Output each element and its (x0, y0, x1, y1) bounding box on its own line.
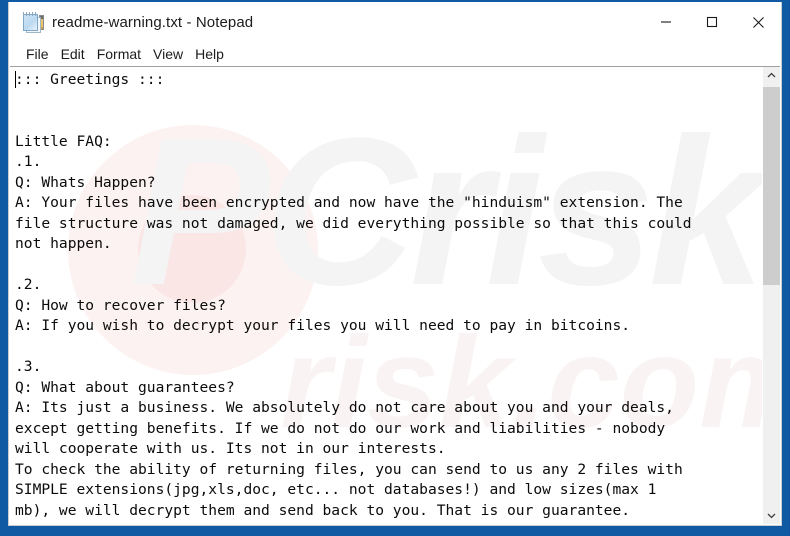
desktop-background: readme-warning.txt - Notepad File Edit F… (0, 0, 790, 536)
menu-item-file[interactable]: File (20, 42, 55, 66)
menu-item-format[interactable]: Format (91, 42, 147, 66)
title-bar[interactable]: readme-warning.txt - Notepad (9, 2, 781, 42)
window-title: readme-warning.txt - Notepad (52, 13, 254, 31)
menu-item-edit[interactable]: Edit (55, 42, 91, 66)
menu-item-help[interactable]: Help (189, 42, 230, 66)
minimize-button[interactable] (643, 2, 689, 42)
close-button[interactable] (735, 2, 781, 42)
window-controls (643, 2, 781, 42)
scrollbar-thumb[interactable] (763, 87, 780, 285)
vertical-scrollbar[interactable] (762, 67, 780, 524)
editor-area: PCrisk risk.com ::: Greetings ::: Little… (10, 66, 780, 524)
notepad-body-icon-part (23, 14, 38, 31)
notepad-window: readme-warning.txt - Notepad File Edit F… (8, 2, 782, 526)
maximize-button[interactable] (689, 2, 735, 42)
text-editor[interactable]: PCrisk risk.com ::: Greetings ::: Little… (10, 67, 762, 524)
menu-item-view[interactable]: View (147, 42, 189, 66)
document-text: ::: Greetings ::: Little FAQ: .1. Q: Wha… (15, 71, 692, 519)
scroll-up-button[interactable] (763, 67, 780, 84)
notepad-icon (22, 11, 44, 33)
scroll-down-button[interactable] (763, 507, 780, 524)
menu-bar: File Edit Format View Help (9, 42, 781, 66)
notepad-rings-icon-part (23, 12, 38, 16)
